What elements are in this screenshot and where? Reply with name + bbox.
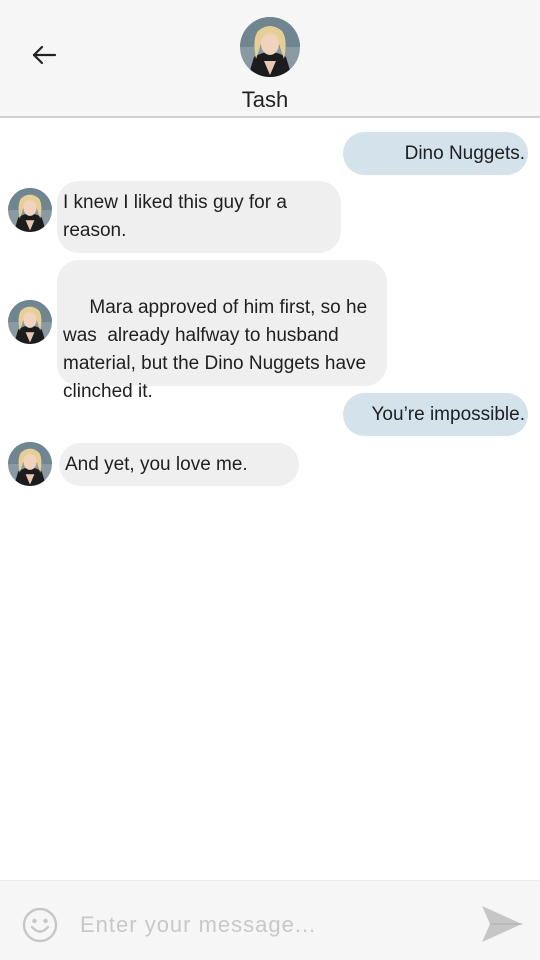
contact-name: Tash	[241, 87, 289, 112]
arrow-left-icon	[32, 45, 57, 65]
message-text: Dino Nuggets.	[404, 143, 525, 164]
outgoing-message: You’re impossible.	[343, 393, 528, 436]
sender-avatar[interactable]	[8, 300, 52, 344]
incoming-message: I knew I liked this guy for a reason.	[57, 181, 341, 253]
chat-header: Tash	[0, 0, 540, 118]
avatar-image	[8, 300, 52, 344]
contact-avatar[interactable]	[240, 17, 300, 77]
smiley-face-icon	[22, 907, 58, 943]
chat-screen: Tash Dino Nuggets. I knew I liked this g…	[0, 0, 540, 960]
message-composer	[0, 880, 540, 960]
message-text: Mara approved of him first, so he was al…	[63, 297, 373, 402]
avatar-image	[8, 188, 52, 232]
back-button[interactable]	[28, 40, 60, 70]
incoming-message: And yet, you love me.	[59, 443, 299, 486]
message-text: And yet, you love me.	[65, 454, 248, 475]
outgoing-message: Dino Nuggets.	[343, 132, 528, 175]
send-arrow-icon	[482, 906, 522, 942]
incoming-message: Mara approved of him first, so he was al…	[57, 260, 387, 402]
sender-avatar[interactable]	[8, 442, 52, 486]
send-button[interactable]	[480, 904, 524, 944]
avatar-image	[8, 442, 52, 486]
message-text: You’re impossible.	[371, 404, 526, 425]
message-input[interactable]	[80, 905, 460, 945]
emoji-button[interactable]	[22, 907, 58, 943]
message-text: I knew I liked this guy for a reason.	[63, 192, 287, 241]
sender-avatar[interactable]	[8, 188, 52, 232]
avatar-image	[240, 17, 300, 77]
